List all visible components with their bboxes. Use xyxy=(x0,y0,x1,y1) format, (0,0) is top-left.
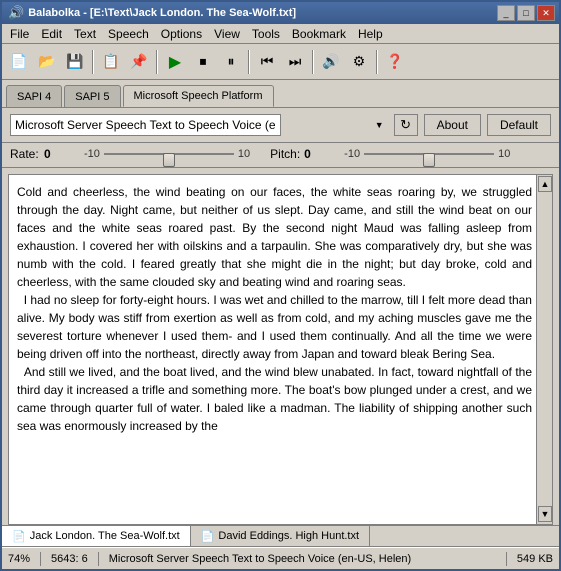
rate-label: Rate: xyxy=(10,147,40,161)
menu-bar: File Edit Text Speech Options View Tools… xyxy=(2,24,559,44)
pitch-thumb[interactable] xyxy=(423,153,435,167)
title-controls: _ □ ✕ xyxy=(497,5,555,21)
toolbar-sep2 xyxy=(156,50,158,74)
about-button[interactable]: About xyxy=(424,114,481,136)
toolbar-sep4 xyxy=(312,50,314,74)
scroll-up-btn[interactable]: ▲ xyxy=(538,176,552,192)
menu-view[interactable]: View xyxy=(208,24,246,43)
scrollbar[interactable]: ▲ ▼ xyxy=(536,175,552,524)
rate-slider-group: Rate: 0 xyxy=(10,147,64,161)
default-button[interactable]: Default xyxy=(487,114,551,136)
rate-max: 10 xyxy=(238,148,250,160)
tabs-bar: SAPI 4 SAPI 5 Microsoft Speech Platform xyxy=(2,80,559,108)
voice-area: Microsoft Server Speech Text to Speech V… xyxy=(2,108,559,143)
scroll-down-btn[interactable]: ▼ xyxy=(538,506,552,522)
voice-select[interactable]: Microsoft Server Speech Text to Speech V… xyxy=(10,114,281,136)
pitch-slider-group: Pitch: 0 xyxy=(270,147,324,161)
toolbar-help2[interactable]: ❓ xyxy=(382,49,408,75)
close-button[interactable]: ✕ xyxy=(537,5,555,21)
doc-tab-label-2: David Eddings. High Hunt.txt xyxy=(218,530,359,542)
doc-tab-seawolf[interactable]: 📄 Jack London. The Sea-Wolf.txt xyxy=(2,526,191,546)
toolbar-sep5 xyxy=(376,50,378,74)
title-bar-left: 🔊 Balabolka - [E:\Text\Jack London. The … xyxy=(8,5,296,21)
toolbar-sep3 xyxy=(248,50,250,74)
toolbar-new[interactable]: 📄 xyxy=(6,49,32,75)
toolbar-settings[interactable]: ⚙ xyxy=(346,49,372,75)
tab-sapi5[interactable]: SAPI 5 xyxy=(64,85,120,107)
pitch-track[interactable] xyxy=(364,147,494,161)
doc-tab-label-1: Jack London. The Sea-Wolf.txt xyxy=(30,530,180,542)
size-status: 549 KB xyxy=(517,553,553,565)
rate-min: -10 xyxy=(84,148,100,160)
position-status: 5643: 6 xyxy=(51,553,88,565)
toolbar-export[interactable]: 🔊 xyxy=(318,49,344,75)
menu-file[interactable]: File xyxy=(4,24,35,43)
menu-help[interactable]: Help xyxy=(352,24,389,43)
voice-select-wrapper: Microsoft Server Speech Text to Speech V… xyxy=(10,114,388,136)
toolbar-copy[interactable]: 📋 xyxy=(98,49,124,75)
menu-text[interactable]: Text xyxy=(68,24,102,43)
sliders-area: Rate: 0 -10 10 Pitch: 0 -10 10 xyxy=(2,143,559,168)
refresh-button[interactable]: ↻ xyxy=(394,114,418,136)
voice-row: Microsoft Server Speech Text to Speech V… xyxy=(10,114,551,136)
text-area-wrapper: Cold and cheerless, the wind beating on … xyxy=(8,174,553,525)
doc-tab-icon-2: 📄 xyxy=(201,530,215,543)
pitch-label: Pitch: xyxy=(270,147,300,161)
status-bar: 74% 5643: 6 Microsoft Server Speech Text… xyxy=(2,547,559,569)
pitch-line xyxy=(364,153,494,155)
rate-track-group: -10 10 xyxy=(84,147,250,161)
pitch-min: -10 xyxy=(344,148,360,160)
rate-thumb[interactable] xyxy=(163,153,175,167)
toolbar-save[interactable]: 💾 xyxy=(62,49,88,75)
doc-tab-hunth[interactable]: 📄 David Eddings. High Hunt.txt xyxy=(191,526,370,546)
rate-value: 0 xyxy=(44,147,64,161)
window-title: Balabolka - [E:\Text\Jack London. The Se… xyxy=(28,7,296,19)
engine-status: Microsoft Server Speech Text to Speech V… xyxy=(109,553,496,565)
app-window: 🔊 Balabolka - [E:\Text\Jack London. The … xyxy=(0,0,561,571)
maximize-button[interactable]: □ xyxy=(517,5,535,21)
toolbar-prev[interactable]: ⏮ xyxy=(254,49,280,75)
title-bar: 🔊 Balabolka - [E:\Text\Jack London. The … xyxy=(2,2,559,24)
book-text: Cold and cheerless, the wind beating on … xyxy=(17,185,535,433)
tab-sapi4[interactable]: SAPI 4 xyxy=(6,85,62,107)
tab-ms-speech[interactable]: Microsoft Speech Platform xyxy=(123,85,274,107)
status-sep3 xyxy=(506,552,507,566)
menu-tools[interactable]: Tools xyxy=(246,24,286,43)
status-sep1 xyxy=(40,552,41,566)
rate-track[interactable] xyxy=(104,147,234,161)
toolbar-sep1 xyxy=(92,50,94,74)
menu-options[interactable]: Options xyxy=(155,24,208,43)
app-icon: 🔊 xyxy=(8,5,24,21)
menu-bookmark[interactable]: Bookmark xyxy=(286,24,352,43)
pitch-track-group: -10 10 xyxy=(344,147,510,161)
toolbar-next[interactable]: ⏭ xyxy=(282,49,308,75)
text-content[interactable]: Cold and cheerless, the wind beating on … xyxy=(9,175,552,524)
rate-line xyxy=(104,153,234,155)
toolbar-paste[interactable]: 📌 xyxy=(126,49,152,75)
menu-edit[interactable]: Edit xyxy=(35,24,68,43)
doc-tabs: 📄 Jack London. The Sea-Wolf.txt 📄 David … xyxy=(2,525,559,547)
toolbar-open[interactable]: 📂 xyxy=(34,49,60,75)
toolbar: 📄 📂 💾 📋 📌 ▶ ⏹ ⏸ ⏮ ⏭ 🔊 ⚙ ❓ xyxy=(2,44,559,80)
menu-speech[interactable]: Speech xyxy=(102,24,155,43)
pitch-max: 10 xyxy=(498,148,510,160)
status-sep2 xyxy=(98,552,99,566)
toolbar-play[interactable]: ▶ xyxy=(162,49,188,75)
toolbar-pause[interactable]: ⏸ xyxy=(218,49,244,75)
minimize-button[interactable]: _ xyxy=(497,5,515,21)
toolbar-stop[interactable]: ⏹ xyxy=(190,49,216,75)
pitch-value: 0 xyxy=(304,147,324,161)
doc-tab-icon-1: 📄 xyxy=(12,530,26,543)
zoom-status: 74% xyxy=(8,553,30,565)
